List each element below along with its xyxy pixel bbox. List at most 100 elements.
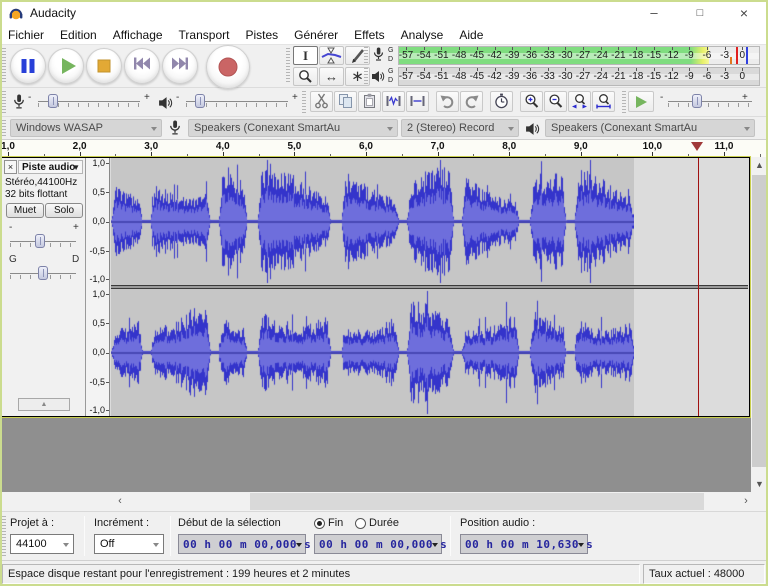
menu-item-fichier[interactable]: Fichier: [0, 26, 52, 42]
vertical-scrollbar[interactable]: ▲ ▼: [751, 157, 768, 492]
play-at-speed-button[interactable]: [628, 91, 654, 112]
menu-item-analyse[interactable]: Analyse: [393, 26, 452, 42]
fit-project-button[interactable]: [592, 91, 615, 112]
time-shift-tool-button[interactable]: ↔: [319, 67, 344, 86]
waveform-channel-left[interactable]: [111, 158, 748, 285]
track-area: × Piste audio ▼ Stéréo,44100Hz 32 bits f…: [0, 157, 768, 492]
project-rate-select[interactable]: 44100: [10, 534, 74, 554]
microphone-icon: [12, 94, 26, 115]
recording-volume-thumb[interactable]: [48, 94, 58, 108]
selection-toolbar-gripper[interactable]: [2, 516, 6, 556]
envelope-tool-button[interactable]: [319, 46, 344, 65]
pan-slider[interactable]: [10, 268, 76, 280]
playback-meter-gripper[interactable]: [364, 68, 368, 85]
timeline-ruler[interactable]: 1,02,03,04,05,06,07,08,09,010,011,0: [0, 140, 768, 157]
waveform-view[interactable]: [111, 158, 748, 416]
track-name-menu[interactable]: Piste audio ▼: [18, 160, 83, 174]
gain-thumb[interactable]: [35, 234, 45, 248]
zoom-tool-button[interactable]: [293, 67, 318, 86]
vertical-ruler-right-channel[interactable]: 1,00,50,0-0,5-1,0: [86, 289, 109, 416]
menu-item-aide[interactable]: Aide: [451, 26, 491, 42]
audio-host-select[interactable]: Windows WASAP: [10, 119, 162, 137]
play-at-speed-gripper[interactable]: [622, 91, 626, 113]
recording-meter-toolbar[interactable]: G D -57-54-51-48-45-42-39-36-33-30-27-24…: [364, 45, 768, 66]
title-bar[interactable]: Audacity – □ ×: [0, 0, 768, 26]
scroll-right-arrow[interactable]: ›: [738, 492, 754, 511]
mute-button[interactable]: Muet: [6, 203, 44, 218]
record-button[interactable]: [206, 45, 250, 89]
menu-item-pistes[interactable]: Pistes: [237, 26, 286, 42]
recording-meter-gripper[interactable]: [364, 47, 368, 64]
field-dropdown-icon[interactable]: [296, 543, 302, 547]
zoom-in-button[interactable]: [520, 91, 543, 112]
redo-button[interactable]: [460, 91, 483, 112]
vertical-rulers[interactable]: 1,00,50,0-0,5-1,0 1,00,50,0-0,5-1,0: [86, 158, 110, 416]
copy-button[interactable]: [334, 91, 357, 112]
menu-item-affichage[interactable]: Affichage: [105, 26, 171, 42]
horizontal-scroll-thumb[interactable]: [250, 493, 704, 510]
selection-start-field[interactable]: 00 h 00 m 00,000 s: [178, 534, 306, 554]
transport-gripper[interactable]: [2, 48, 6, 84]
playback-volume-thumb[interactable]: [195, 94, 205, 108]
track-collapse-button[interactable]: ▲: [18, 398, 70, 411]
paste-button[interactable]: [358, 91, 381, 112]
mixer-gripper[interactable]: [2, 91, 6, 113]
recording-channels-select[interactable]: 2 (Stereo) Record: [401, 119, 519, 137]
edit-gripper[interactable]: [302, 91, 306, 113]
scroll-left-arrow[interactable]: ‹: [112, 492, 128, 511]
tools-gripper[interactable]: [286, 48, 290, 84]
recording-device-select[interactable]: Speakers (Conexant SmartAu: [188, 119, 398, 137]
trim-audio-button[interactable]: [382, 91, 405, 112]
skip-to-start-button[interactable]: [124, 48, 160, 84]
menu-item-transport[interactable]: Transport: [171, 26, 238, 42]
maximize-button[interactable]: □: [678, 0, 722, 26]
close-button[interactable]: ×: [722, 0, 766, 26]
recording-meter-bar[interactable]: -57-54-51-48-45-42-39-36-33-30-27-24-21-…: [398, 46, 760, 65]
playback-device-select[interactable]: Speakers (Conexant SmartAu: [545, 119, 755, 137]
playback-volume-slider[interactable]: [186, 96, 288, 108]
minimize-button[interactable]: –: [632, 0, 676, 26]
end-radio-label[interactable]: Fin: [328, 517, 343, 529]
menu-item-effets[interactable]: Effets: [346, 26, 392, 42]
track-close-button[interactable]: ×: [4, 160, 17, 174]
fit-selection-button[interactable]: [568, 91, 591, 112]
play-button[interactable]: [48, 48, 84, 84]
waveform-channel-right[interactable]: [111, 289, 748, 416]
playback-meter-bar[interactable]: -57-54-51-48-45-42-39-36-33-30-27-24-21-…: [398, 67, 760, 86]
playback-meter-toolbar[interactable]: G D -57-54-51-48-45-42-39-36-33-30-27-24…: [364, 66, 768, 87]
waveform-canvas-right[interactable]: [111, 289, 634, 416]
menu-item-générer[interactable]: Générer: [286, 26, 346, 42]
menu-item-edition[interactable]: Edition: [52, 26, 105, 42]
waveform-canvas-left[interactable]: [111, 158, 634, 285]
scroll-up-arrow[interactable]: ▲: [751, 157, 768, 173]
scroll-down-arrow[interactable]: ▼: [751, 476, 768, 492]
vertical-scroll-thumb[interactable]: [752, 175, 767, 467]
cut-button[interactable]: [310, 91, 333, 112]
audio-position-field[interactable]: 00 h 00 m 10,630 s: [460, 534, 588, 554]
gain-slider[interactable]: [10, 236, 76, 248]
solo-button[interactable]: Solo: [45, 203, 83, 218]
horizontal-scrollbar[interactable]: ‹ ›: [0, 492, 768, 511]
selection-end-field[interactable]: 00 h 00 m 00,000 s: [314, 534, 442, 554]
play-speed-thumb[interactable]: [692, 94, 702, 108]
vertical-ruler-left-channel[interactable]: 1,00,50,0-0,5-1,0: [86, 158, 109, 285]
play-speed-slider[interactable]: [668, 96, 752, 108]
field-dropdown-icon[interactable]: [578, 543, 584, 547]
sync-lock-button[interactable]: [490, 91, 513, 112]
duration-radio-label[interactable]: Durée: [369, 517, 399, 529]
duration-radio[interactable]: [355, 518, 366, 529]
end-radio[interactable]: [314, 518, 325, 529]
playhead-marker[interactable]: [691, 142, 703, 151]
recording-volume-slider[interactable]: [38, 96, 140, 108]
snap-select[interactable]: Off: [94, 534, 164, 554]
skip-to-end-button[interactable]: [162, 48, 198, 84]
selection-tool-button[interactable]: I: [293, 46, 318, 65]
pause-button[interactable]: [10, 48, 46, 84]
field-dropdown-icon[interactable]: [432, 543, 438, 547]
silence-audio-button[interactable]: [406, 91, 429, 112]
device-gripper[interactable]: [2, 120, 6, 136]
undo-button[interactable]: [436, 91, 459, 112]
pan-thumb[interactable]: [38, 266, 48, 280]
stop-button[interactable]: [86, 48, 122, 84]
zoom-out-button[interactable]: [544, 91, 567, 112]
